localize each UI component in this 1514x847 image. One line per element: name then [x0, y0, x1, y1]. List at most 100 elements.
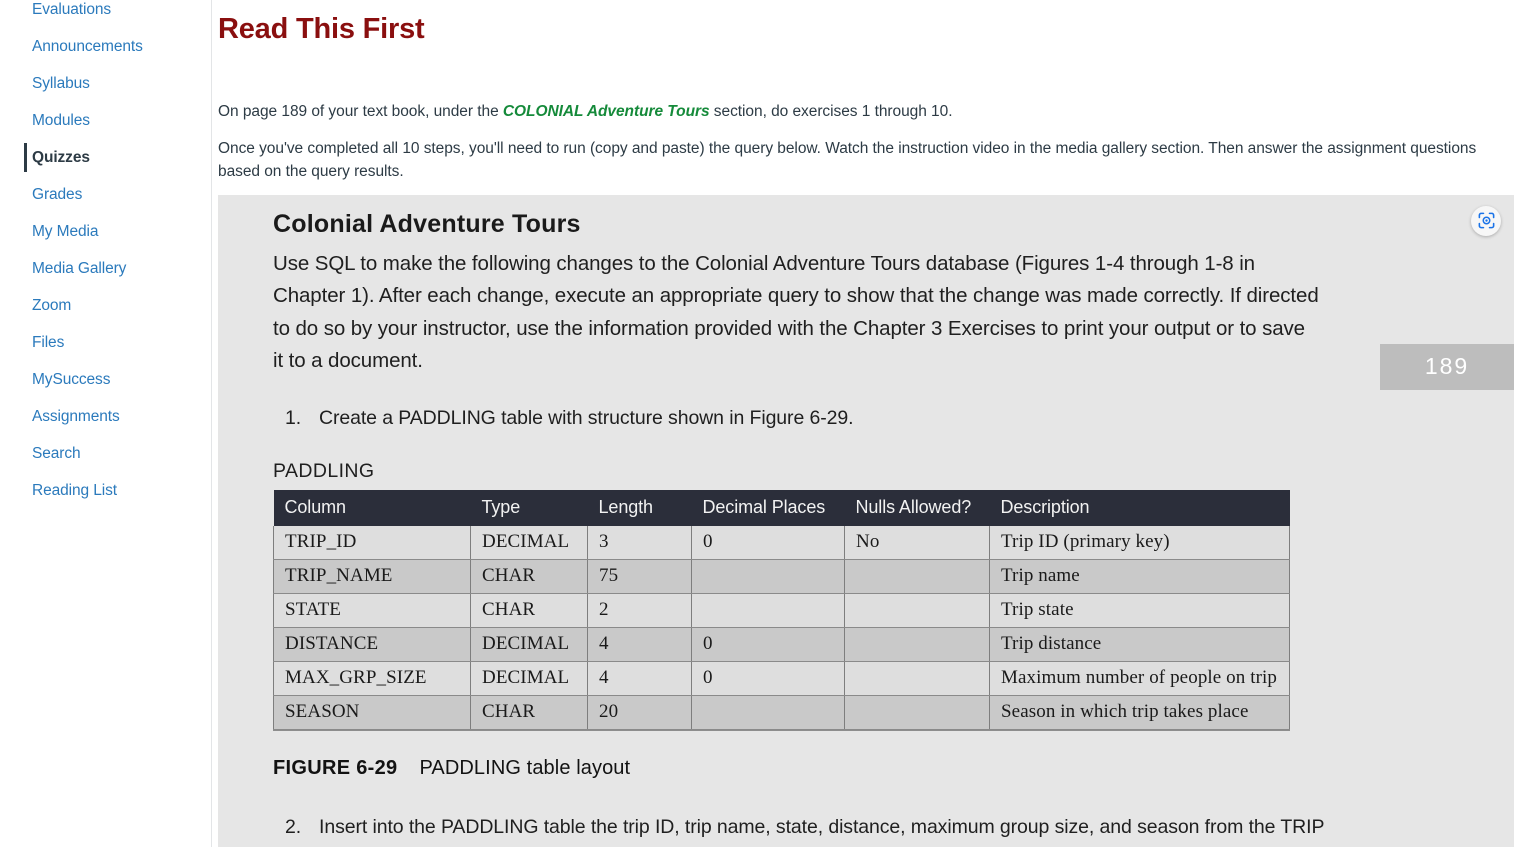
lens-focus-icon[interactable] — [1471, 205, 1501, 236]
table-cell: 3 — [587, 525, 692, 560]
table-header-cell: Type — [470, 489, 588, 526]
doc-exercise-2-number: 2. — [285, 815, 302, 838]
sidebar-item-label: Modules — [32, 112, 90, 129]
table-cell: 4 — [587, 627, 692, 662]
sidebar-item-zoom[interactable]: Zoom — [0, 287, 211, 324]
table-header-cell: Nulls Allowed? — [844, 489, 990, 526]
doc-exercise-2: 2. Insert into the PADDLING table the tr… — [273, 812, 1393, 847]
page-root: Evaluations Announcements Syllabus Modul… — [0, 0, 1514, 847]
sidebar-item-modules[interactable]: Modules — [0, 102, 211, 139]
table-cell: TRIP_ID — [273, 525, 471, 560]
table-cell: No — [844, 525, 990, 560]
page-title: Read This First — [218, 13, 425, 45]
sidebar-item-label: Reading List — [32, 482, 117, 499]
doc-exercise-1: 1. Create a PADDLING table with structur… — [273, 403, 1393, 433]
sidebar-item-label: MySuccess — [32, 371, 111, 388]
table-cell: Trip distance — [989, 627, 1290, 662]
intro-text-before: On page 189 of your text book, under the — [218, 103, 503, 120]
table-row: DISTANCE DECIMAL 4 0 Trip distance — [273, 627, 1290, 662]
table-cell — [691, 559, 845, 594]
main-content: Read This First On page 189 of your text… — [212, 0, 1514, 847]
doc-intro-paragraph: Use SQL to make the following changes to… — [273, 251, 1319, 373]
table-cell — [844, 559, 990, 594]
sidebar-item-assignments[interactable]: Assignments — [0, 398, 211, 435]
table-row: STATE CHAR 2 Trip state — [273, 593, 1290, 628]
sidebar-item-label: Assignments — [32, 408, 120, 425]
table-cell: Trip state — [989, 593, 1290, 628]
doc-exercise-1-text: Create a PADDLING table with structure s… — [319, 406, 854, 429]
table-cell — [691, 593, 845, 628]
table-cell — [844, 661, 990, 696]
textbook-page-image[interactable]: Colonial Adventure Tours Use SQL to make… — [218, 194, 1514, 847]
sidebar-item-files[interactable]: Files — [0, 324, 211, 361]
intro-paragraph-1: On page 189 of your text book, under the… — [212, 100, 1514, 124]
sidebar-item-label: Quizzes — [32, 149, 90, 166]
table-cell: 0 — [691, 525, 845, 560]
paddling-table-title: PADDLING — [273, 459, 375, 482]
table-cell: Trip name — [989, 559, 1290, 594]
table-cell: 2 — [587, 593, 692, 628]
table-cell: 0 — [691, 661, 845, 696]
table-cell: 75 — [587, 559, 692, 594]
table-cell: TRIP_NAME — [273, 559, 471, 594]
table-cell: Season in which trip takes place — [989, 695, 1290, 730]
table-cell: CHAR — [470, 695, 588, 730]
table-cell: STATE — [273, 593, 471, 628]
table-cell: 20 — [587, 695, 692, 730]
table-cell: 0 — [691, 627, 845, 662]
sidebar-item-label: My Media — [32, 223, 99, 240]
table-cell: 4 — [587, 661, 692, 696]
doc-exercise-2-text: Insert into the PADDLING table the trip … — [319, 815, 1325, 847]
table-cell: CHAR — [470, 559, 588, 594]
table-cell — [844, 695, 990, 730]
sidebar-item-label: Zoom — [32, 297, 72, 314]
table-header-cell: Decimal Places — [691, 489, 845, 526]
table-cell — [844, 627, 990, 662]
table-header-cell: Length — [587, 489, 692, 526]
table-cell — [844, 593, 990, 628]
sidebar-item-mysuccess[interactable]: MySuccess — [0, 361, 211, 398]
sidebar-item-label: Search — [32, 445, 81, 462]
sidebar-item-label: Announcements — [32, 38, 143, 55]
intro-text-after: section, do exercises 1 through 10. — [709, 103, 953, 120]
sidebar-item-evaluations[interactable]: Evaluations — [0, 0, 211, 28]
sidebar-item-my-media[interactable]: My Media — [0, 213, 211, 250]
sidebar-item-grades[interactable]: Grades — [0, 176, 211, 213]
table-cell: DISTANCE — [273, 627, 471, 662]
sidebar-item-label: Media Gallery — [32, 260, 127, 277]
table-header-cell: Column — [273, 489, 471, 526]
figure-description: PADDLING table layout — [419, 756, 631, 779]
table-header-row: Column Type Length Decimal Places Nulls … — [273, 489, 1290, 526]
sidebar-item-label: Files — [32, 334, 65, 351]
table-row: SEASON CHAR 20 Season in which trip take… — [273, 695, 1290, 730]
table-cell: CHAR — [470, 593, 588, 628]
intro-paragraph-2: Once you've completed all 10 steps, you'… — [218, 139, 1477, 181]
doc-heading: Colonial Adventure Tours — [273, 209, 581, 238]
table-row: MAX_GRP_SIZE DECIMAL 4 0 Maximum number … — [273, 661, 1290, 696]
table-row: TRIP_ID DECIMAL 3 0 No Trip ID (primary … — [273, 525, 1290, 560]
table-cell: DECIMAL — [470, 627, 588, 662]
sidebar-item-label: Evaluations — [32, 1, 112, 18]
table-cell: DECIMAL — [470, 661, 588, 696]
table-cell: Trip ID (primary key) — [989, 525, 1290, 560]
sidebar-item-quizzes[interactable]: Quizzes — [0, 139, 211, 176]
table-cell: DECIMAL — [470, 525, 588, 560]
sidebar-item-media-gallery[interactable]: Media Gallery — [0, 250, 211, 287]
table-row: TRIP_NAME CHAR 75 Trip name — [273, 559, 1290, 594]
table-cell: Maximum number of people on trip — [989, 661, 1290, 696]
table-header-cell: Description — [989, 489, 1290, 526]
sidebar-item-reading-list[interactable]: Reading List — [0, 472, 211, 509]
sidebar-item-announcements[interactable]: Announcements — [0, 28, 211, 65]
table-cell: SEASON — [273, 695, 471, 730]
figure-label: FIGURE 6-29 — [273, 756, 398, 779]
colonial-adventure-tours-highlight: COLONIAL Adventure Tours — [502, 103, 710, 120]
figure-caption: FIGURE 6-29 PADDLING table layout — [273, 757, 1393, 780]
course-navigation-sidebar: Evaluations Announcements Syllabus Modul… — [0, 0, 212, 847]
sidebar-item-search[interactable]: Search — [0, 435, 211, 472]
paddling-table: Column Type Length Decimal Places Nulls … — [273, 489, 1290, 730]
sidebar-item-label: Grades — [32, 186, 83, 203]
sidebar-item-label: Syllabus — [32, 75, 90, 92]
table-cell: MAX_GRP_SIZE — [273, 661, 471, 696]
sidebar-item-syllabus[interactable]: Syllabus — [0, 65, 211, 102]
doc-exercise-1-number: 1. — [285, 406, 302, 429]
